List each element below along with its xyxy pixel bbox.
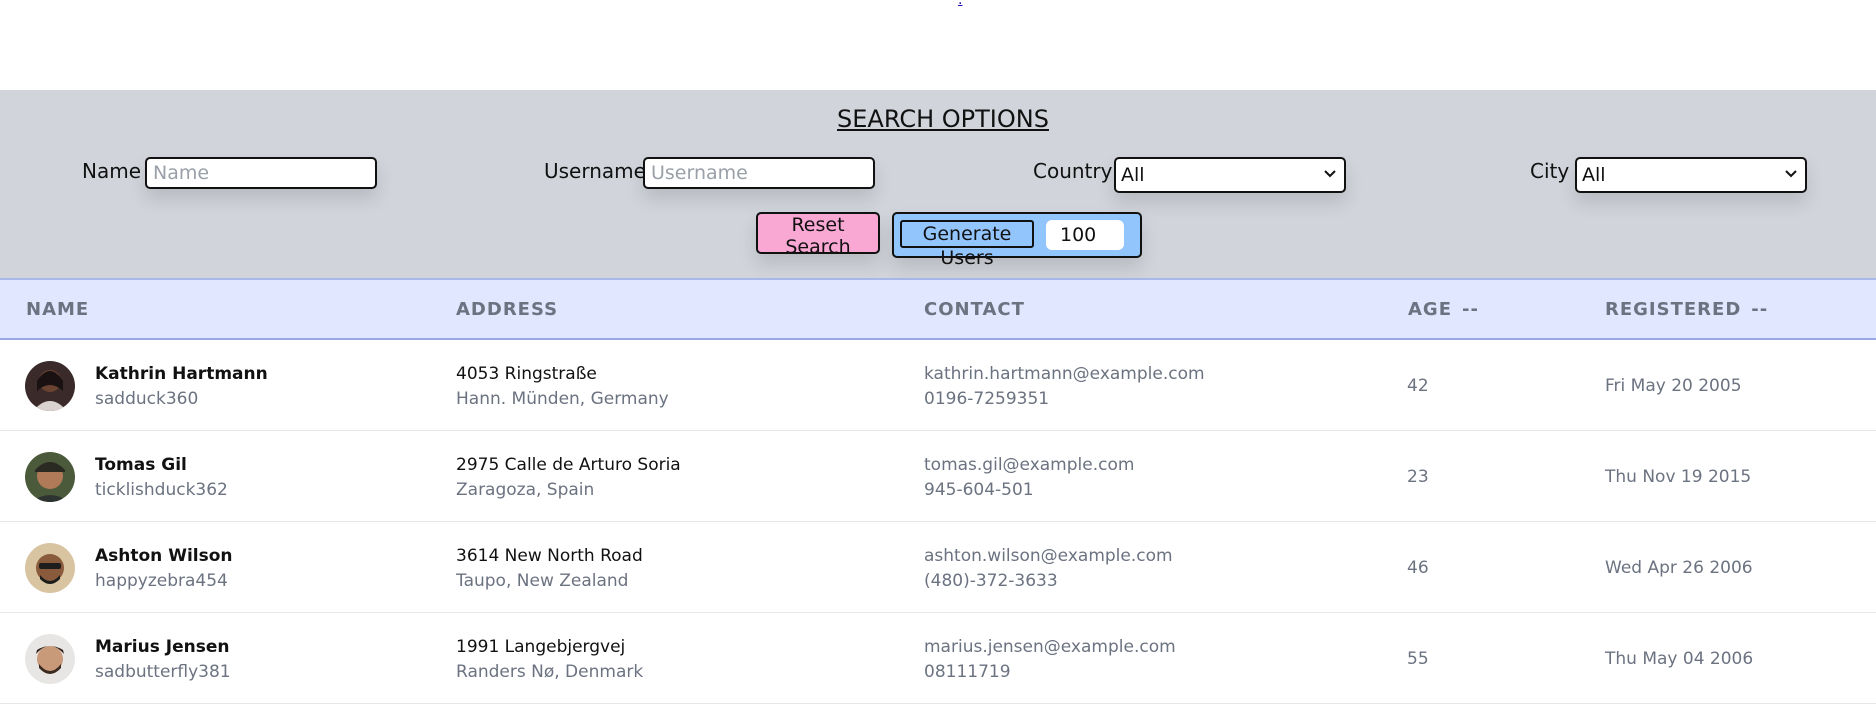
column-header-label: CONTACT	[924, 299, 1025, 320]
user-username: happyzebra454	[95, 571, 228, 591]
user-username: sadbutterfly381	[95, 662, 231, 682]
table-row: Marius Jensen sadbutterfly381 1991 Lange…	[0, 613, 1876, 704]
generate-users-button[interactable]: Generate Users	[900, 220, 1034, 269]
avatar	[25, 452, 75, 502]
contact-phone: 0196-7259351	[924, 389, 1050, 409]
user-name: Ashton Wilson	[95, 546, 233, 566]
user-age: 55	[1407, 649, 1429, 669]
address-street: 1991 Langebjergvej	[456, 637, 626, 657]
sort-indicator-icon: --	[1462, 299, 1479, 320]
user-age: 23	[1407, 467, 1429, 487]
city-label: City	[1530, 159, 1570, 183]
sort-indicator-icon: --	[1751, 299, 1769, 320]
column-header-address[interactable]: ADDRESS	[456, 299, 558, 320]
column-header-label: ADDRESS	[456, 299, 559, 320]
column-header-contact[interactable]: CONTACT	[924, 299, 1025, 320]
contact-phone: (480)-372-3633	[924, 571, 1058, 591]
contact-phone: 08111719	[924, 662, 1011, 682]
contact-email: ashton.wilson@example.com	[924, 546, 1173, 566]
address-street: 4053 Ringstraße	[456, 364, 597, 384]
name-input[interactable]	[145, 157, 377, 189]
search-title: SEARCH OPTIONS	[837, 105, 1049, 133]
avatar	[25, 361, 75, 411]
user-username: sadduck360	[95, 389, 199, 409]
column-header-name[interactable]: NAME	[26, 299, 89, 320]
address-city: Hann. Münden, Germany	[456, 389, 669, 409]
contact-email: tomas.gil@example.com	[924, 455, 1135, 475]
user-registered: Wed Apr 26 2006	[1605, 558, 1753, 578]
avatar	[25, 543, 75, 593]
search-panel: SEARCH OPTIONS Name Username Country All…	[0, 90, 1876, 280]
address-city: Taupo, New Zealand	[456, 571, 629, 591]
country-label: Country	[1033, 159, 1113, 183]
table-header: NAME ADDRESS CONTACT AGE -- REGISTERED --	[0, 280, 1876, 340]
column-header-label: AGE	[1408, 299, 1453, 320]
chevron-down-icon	[1785, 170, 1797, 178]
address-street: 3614 New North Road	[456, 546, 643, 566]
country-select-value: All	[1121, 164, 1145, 186]
user-name: Kathrin Hartmann	[95, 364, 268, 384]
column-header-label: NAME	[26, 299, 90, 320]
chevron-down-icon	[1324, 170, 1336, 178]
contact-phone: 945-604-501	[924, 480, 1034, 500]
avatar	[25, 634, 75, 684]
user-age: 46	[1407, 558, 1429, 578]
city-select-value: All	[1582, 164, 1606, 186]
table-row: Ashton Wilson happyzebra454 3614 New Nor…	[0, 522, 1876, 613]
contact-email: marius.jensen@example.com	[924, 637, 1176, 657]
column-header-label: REGISTERED	[1605, 299, 1742, 320]
user-registered: Thu Nov 19 2015	[1605, 467, 1752, 487]
username-input[interactable]	[643, 157, 875, 189]
user-registered: Fri May 20 2005	[1605, 376, 1742, 396]
username-label: Username	[544, 159, 646, 183]
contact-email: kathrin.hartmann@example.com	[924, 364, 1205, 384]
address-city: Randers Nø, Denmark	[456, 662, 644, 682]
city-select[interactable]: All	[1575, 157, 1807, 193]
user-age: 42	[1407, 376, 1429, 396]
country-select[interactable]: All	[1114, 157, 1346, 193]
user-registered: Thu May 04 2006	[1605, 649, 1754, 669]
table-row: Kathrin Hartmann sadduck360 4053 Ringstr…	[0, 340, 1876, 431]
top-link[interactable]: .	[958, 0, 962, 8]
user-username: ticklishduck362	[95, 480, 228, 500]
user-name: Marius Jensen	[95, 637, 230, 657]
address-city: Zaragoza, Spain	[456, 480, 595, 500]
column-header-registered[interactable]: REGISTERED --	[1605, 299, 1768, 320]
user-name: Tomas Gil	[95, 455, 187, 475]
column-header-age[interactable]: AGE --	[1408, 299, 1479, 320]
table-row: Tomas Gil ticklishduck362 2975 Calle de …	[0, 431, 1876, 522]
address-street: 2975 Calle de Arturo Soria	[456, 455, 681, 475]
name-label: Name	[82, 159, 142, 183]
reset-search-button[interactable]: Reset Search	[756, 212, 880, 258]
generate-users-group: Generate Users	[892, 212, 1142, 269]
user-count-input[interactable]	[1046, 220, 1124, 250]
